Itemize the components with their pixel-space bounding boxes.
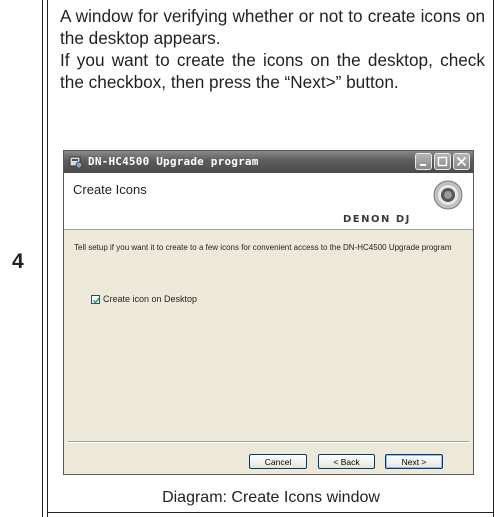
close-icon: [456, 156, 467, 167]
close-button[interactable]: [453, 153, 470, 170]
step-number: 4: [12, 250, 24, 273]
checkbox-label: Create icon on Desktop: [103, 294, 198, 304]
instruction-line-2: If you want to create the icons on the d…: [60, 50, 485, 92]
next-button[interactable]: Next >: [385, 454, 443, 469]
instruction-line-1: A window for verifying whether or not to…: [60, 6, 485, 48]
minimize-icon: [420, 164, 426, 166]
create-icon-option[interactable]: Create icon on Desktop: [91, 294, 197, 304]
minimize-button[interactable]: [415, 153, 432, 170]
maximize-icon: [437, 156, 448, 167]
footer-divider: [68, 441, 469, 443]
title-bar[interactable]: DN-HC4500 Upgrade program: [64, 151, 473, 173]
cancel-button[interactable]: Cancel: [249, 454, 307, 469]
figure-caption: Diagram: Create Icons window: [162, 489, 380, 506]
back-button[interactable]: < Back: [318, 454, 375, 469]
wizard-header: Create Icons DENON DJ: [64, 173, 473, 230]
checkmark-icon: [93, 296, 101, 304]
instruction-text: A window for verifying whether or not to…: [60, 5, 485, 93]
column-divider: [47, 0, 48, 517]
window-title: DN-HC4500 Upgrade program: [88, 155, 259, 168]
app-icon: [69, 156, 83, 169]
description-text: Tell setup if you want it to create to a…: [74, 243, 452, 252]
installer-window: DN-HC4500 Upgrade program Create Icons D…: [63, 150, 474, 475]
denon-logo-ring-icon: [433, 180, 463, 210]
brand-logo: DENON DJ: [343, 214, 411, 225]
right-border: [493, 0, 494, 517]
page-title: Create Icons: [73, 182, 147, 197]
manual-step-table: 4 A window for verifying whether or not …: [0, 0, 495, 517]
create-icon-checkbox[interactable]: [91, 294, 101, 304]
maximize-button[interactable]: [434, 153, 451, 170]
caption-rule: [47, 512, 494, 513]
